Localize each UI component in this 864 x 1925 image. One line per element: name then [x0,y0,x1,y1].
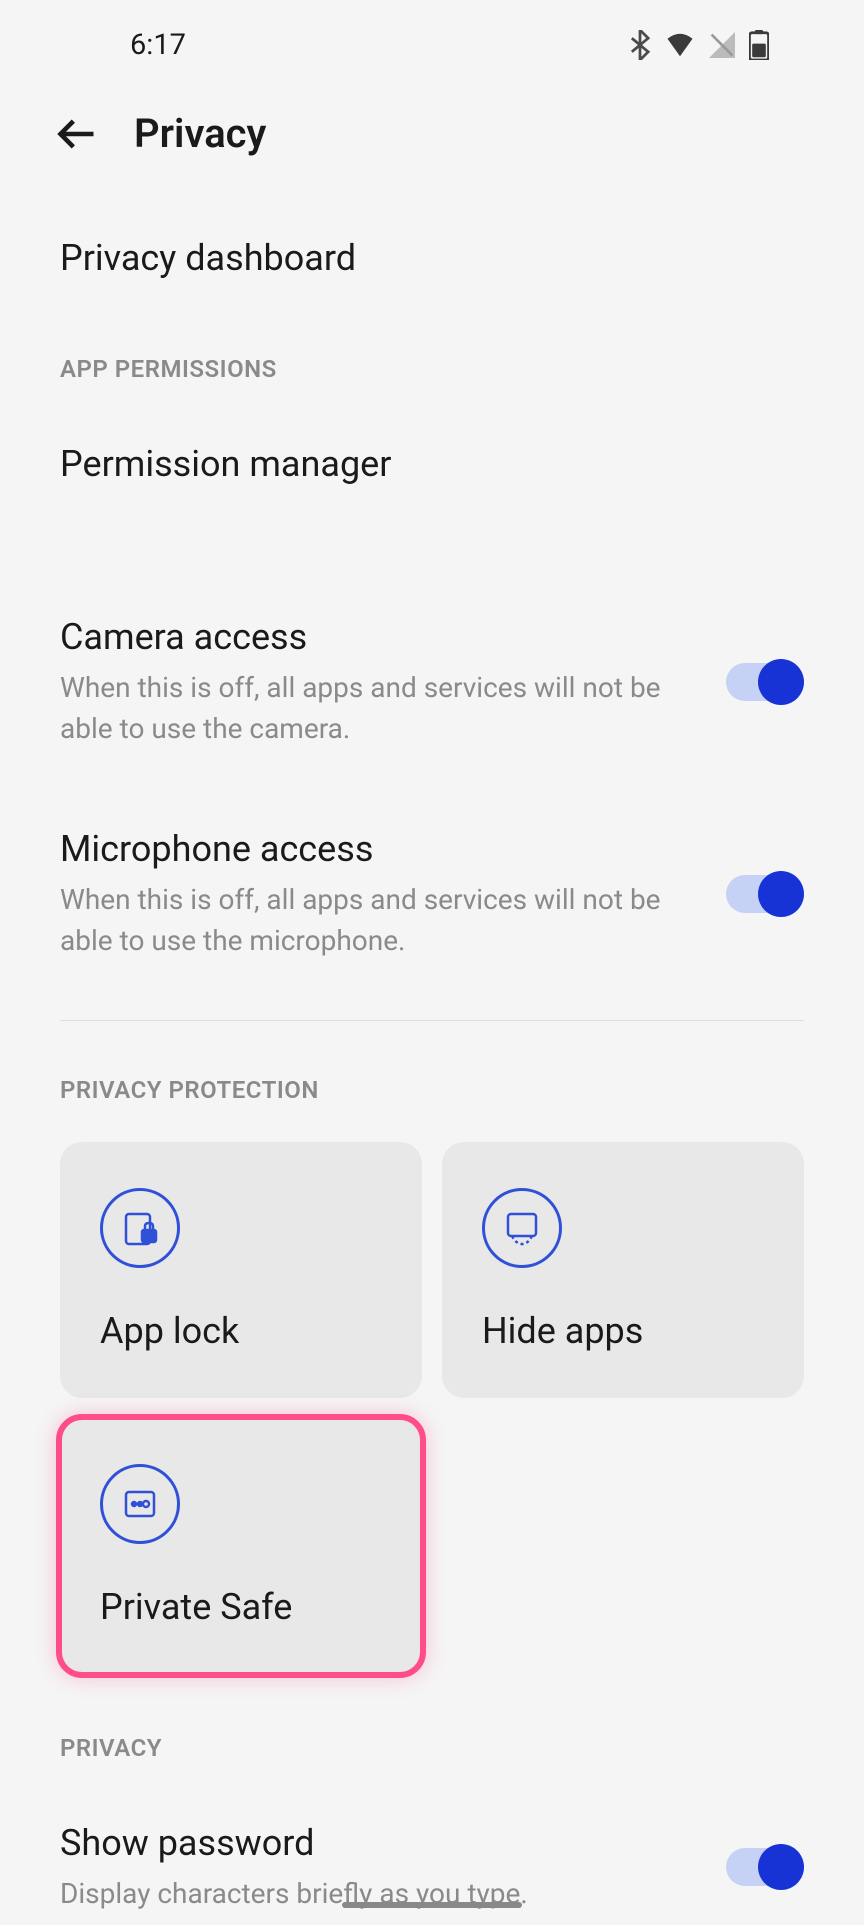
signal-icon [709,32,735,58]
status-icons [629,30,769,60]
hide-apps-card[interactable]: Hide apps [442,1142,804,1398]
microphone-access-item[interactable]: Microphone access When this is off, all … [60,788,804,1000]
microphone-access-toggle[interactable] [726,875,804,913]
privacy-dashboard-item[interactable]: Privacy dashboard [60,197,804,320]
privacy-dashboard-title: Privacy dashboard [60,235,784,282]
show-password-toggle[interactable] [726,1848,804,1886]
permission-manager-item[interactable]: Permission manager [60,403,804,526]
app-lock-icon [100,1188,180,1268]
section-app-permissions: APP PERMISSIONS [60,320,804,403]
microphone-access-title: Microphone access [60,826,706,873]
status-time: 6:17 [130,28,186,62]
hide-apps-title: Hide apps [482,1310,764,1352]
app-lock-title: App lock [100,1310,382,1352]
camera-access-item[interactable]: Camera access When this is off, all apps… [60,576,804,788]
bluetooth-icon [629,30,651,60]
section-privacy-protection: PRIVACY PROTECTION [60,1041,804,1124]
private-safe-card[interactable]: Private Safe [60,1418,422,1674]
divider [60,1020,804,1021]
permission-manager-title: Permission manager [60,441,784,488]
battery-icon [749,30,769,60]
section-privacy: PRIVACY [60,1674,804,1782]
card-grid: App lock Hide apps Private S [60,1142,804,1674]
private-safe-icon [100,1464,180,1544]
wifi-icon [665,33,695,57]
private-safe-title: Private Safe [100,1586,382,1628]
status-bar: 6:17 [0,0,864,90]
home-indicator[interactable] [342,1902,522,1908]
camera-access-subtitle: When this is off, all apps and services … [60,668,706,749]
camera-access-toggle[interactable] [726,663,804,701]
show-password-title: Show password [60,1820,706,1867]
page-title: Privacy [134,110,266,157]
header: Privacy [0,90,864,197]
app-lock-card[interactable]: App lock [60,1142,422,1398]
hide-apps-icon [482,1188,562,1268]
show-password-subtitle: Display characters briefly as you type. [60,1874,706,1915]
camera-access-title: Camera access [60,614,706,661]
microphone-access-subtitle: When this is off, all apps and services … [60,880,706,961]
back-arrow-icon[interactable] [55,112,99,156]
